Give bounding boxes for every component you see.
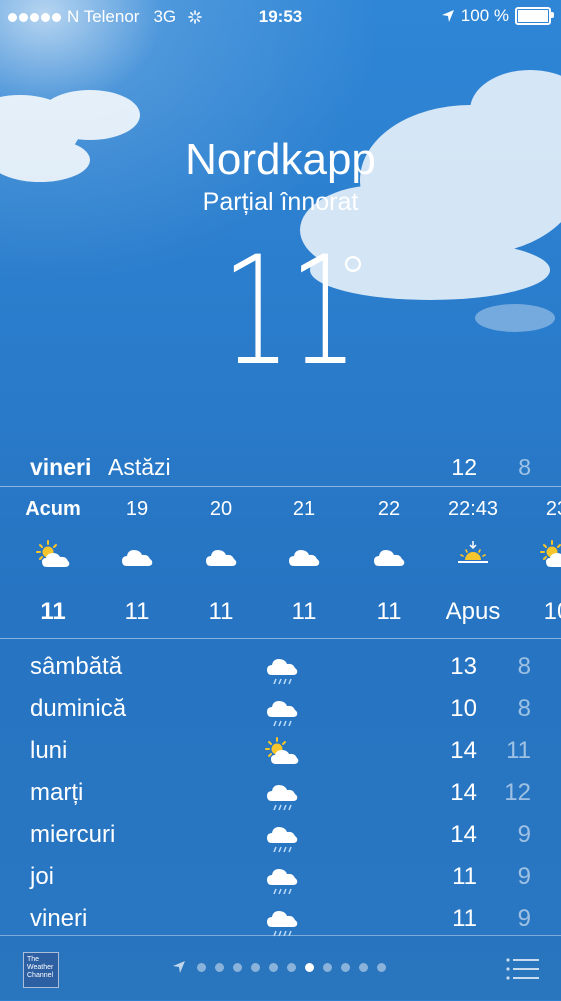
hourly-item: 22:43 Apus xyxy=(428,488,518,638)
daily-day: marți xyxy=(30,779,84,806)
hourly-time: 19 xyxy=(125,498,149,520)
hourly-item: 19 11 xyxy=(92,488,182,638)
daily-low: 9 xyxy=(517,821,531,848)
hourly-item: 20 11 xyxy=(176,488,266,638)
partly-sunny-icon xyxy=(540,540,561,570)
page-dot[interactable] xyxy=(215,962,224,972)
today-day: vineri xyxy=(30,454,92,480)
hourly-time: 22 xyxy=(377,498,401,520)
page-dot[interactable] xyxy=(377,962,386,972)
hourly-time: 20 xyxy=(209,498,233,520)
daily-high: 14 xyxy=(450,779,477,806)
daily-low: 8 xyxy=(517,695,531,722)
daily-low: 9 xyxy=(517,863,531,890)
cloud-icon xyxy=(120,540,154,570)
current-temperature: 11 xyxy=(222,225,358,399)
page-dot[interactable] xyxy=(269,962,278,972)
rain-cloud-icon xyxy=(265,779,299,811)
hourly-time: 23 xyxy=(545,498,561,520)
today-low: 8 xyxy=(518,454,531,480)
daily-day: miercuri xyxy=(30,821,116,848)
cloud-icon xyxy=(204,540,238,570)
weather-condition: Parțial înnorat xyxy=(202,188,359,216)
hourly-forecast[interactable]: Acum11191120112111221122:43Apus2310 xyxy=(0,488,561,638)
rain-cloud-icon xyxy=(265,905,299,937)
battery-percent: 100 % xyxy=(460,6,509,25)
hourly-temp: 11 xyxy=(291,598,317,625)
page-dot[interactable] xyxy=(305,962,314,972)
daily-high: 10 xyxy=(450,695,477,722)
daily-row: joi 11 9 xyxy=(0,857,561,899)
cloud-icon xyxy=(287,540,321,570)
today-summary: vineri Astăzi 12 8 xyxy=(0,450,561,484)
partly-sunny-icon xyxy=(36,540,70,570)
hourly-item: Acum 11 xyxy=(8,488,98,638)
hourly-temp: 11 xyxy=(208,598,234,625)
daily-low: 11 xyxy=(506,737,531,764)
daily-row: luni 14 11 xyxy=(0,731,561,773)
city-list-icon[interactable] xyxy=(505,956,539,982)
daily-day: vineri xyxy=(30,905,88,932)
hourly-temp: 11 xyxy=(40,598,66,625)
rain-cloud-icon xyxy=(265,863,299,895)
divider-bottom xyxy=(0,638,561,639)
daily-high: 11 xyxy=(452,905,477,932)
page-dot[interactable] xyxy=(197,962,206,972)
daily-row: duminică 10 8 xyxy=(0,689,561,731)
daily-low: 9 xyxy=(517,905,531,932)
page-dot[interactable] xyxy=(359,962,368,972)
hourly-item: 23 10 xyxy=(512,488,561,638)
hourly-time: 22:43 xyxy=(447,498,499,520)
rain-cloud-icon xyxy=(265,653,299,685)
page-dot[interactable] xyxy=(323,962,332,972)
daily-day: sâmbătă xyxy=(30,653,123,680)
battery-icon xyxy=(515,7,554,25)
hourly-temp: 11 xyxy=(376,598,402,625)
daily-high: 14 xyxy=(450,821,477,848)
page-dot[interactable] xyxy=(287,962,296,972)
hourly-temp: 10 xyxy=(543,598,561,625)
sunset-icon xyxy=(456,540,490,570)
degree-symbol: ° xyxy=(338,244,368,314)
hourly-item: 22 11 xyxy=(344,488,434,638)
partly-sunny-icon xyxy=(265,737,299,769)
page-dot[interactable] xyxy=(341,962,350,972)
today-high: 12 xyxy=(451,454,477,480)
daily-high: 13 xyxy=(450,653,477,680)
daily-day: luni xyxy=(30,737,68,764)
hourly-temp: Apus xyxy=(445,598,501,625)
hourly-time: Acum xyxy=(25,498,81,520)
bottom-toolbar: The Weather Channel xyxy=(0,935,561,1001)
daily-high: 14 xyxy=(450,737,477,764)
rain-cloud-icon xyxy=(265,821,299,853)
daily-row: marți 14 12 xyxy=(0,773,561,815)
today-label: Astăzi xyxy=(108,454,171,480)
daily-row: sâmbătă 13 8 xyxy=(0,647,561,689)
hourly-time: 21 xyxy=(292,498,316,520)
weather-channel-logo[interactable]: The Weather Channel xyxy=(23,952,59,988)
daily-row: miercuri 14 9 xyxy=(0,815,561,857)
location-arrow-icon xyxy=(441,10,454,22)
page-indicator[interactable] xyxy=(172,960,386,974)
page-dot[interactable] xyxy=(233,962,242,972)
daily-high: 11 xyxy=(452,863,477,890)
daily-day: joi xyxy=(30,863,55,890)
location-arrow-icon xyxy=(173,961,185,973)
city-name: Nordkapp xyxy=(185,135,376,184)
cloud-icon xyxy=(372,540,406,570)
hourly-item: 21 11 xyxy=(259,488,349,638)
daily-low: 8 xyxy=(517,653,531,680)
status-bar: N Telenor 3G 19:53 100 % xyxy=(0,0,561,34)
rain-cloud-icon xyxy=(265,695,299,727)
daily-day: duminică xyxy=(30,695,127,722)
daily-low: 12 xyxy=(504,779,531,806)
hourly-temp: 11 xyxy=(124,598,150,625)
page-dot[interactable] xyxy=(251,962,260,972)
divider-top xyxy=(0,486,561,487)
